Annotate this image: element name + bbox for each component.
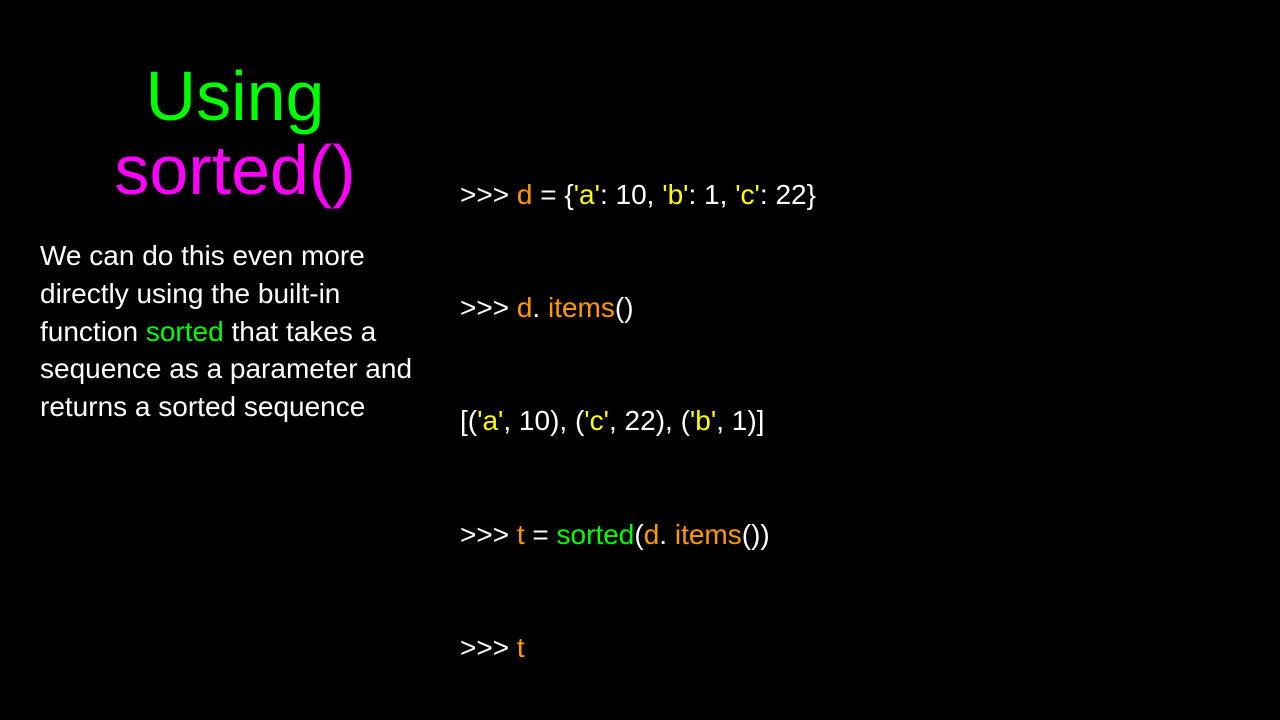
code-line-2: >>> d. items() [460, 289, 1240, 327]
code-line-4: >>> t = sorted(d. items()) [460, 516, 1240, 554]
title-line2: sorted() [114, 131, 355, 209]
code-line-1: >>> d = {'a': 10, 'b': 1, 'c': 22} [460, 176, 1240, 214]
slide: Using sorted() We can do this even more … [0, 0, 1280, 720]
left-column: Using sorted() We can do this even more … [40, 60, 460, 680]
title-line1: Using [146, 57, 325, 135]
code-panel: >>> d = {'a': 10, 'b': 1, 'c': 22} >>> d… [460, 60, 1240, 680]
code-line-3: [('a', 10), ('c', 22), ('b', 1)] [460, 402, 1240, 440]
body-text: We can do this even more directly using … [40, 237, 430, 426]
code-line-5: >>> t [460, 629, 1240, 667]
body-keyword-sorted: sorted [146, 316, 224, 347]
slide-title: Using sorted() [40, 60, 430, 207]
